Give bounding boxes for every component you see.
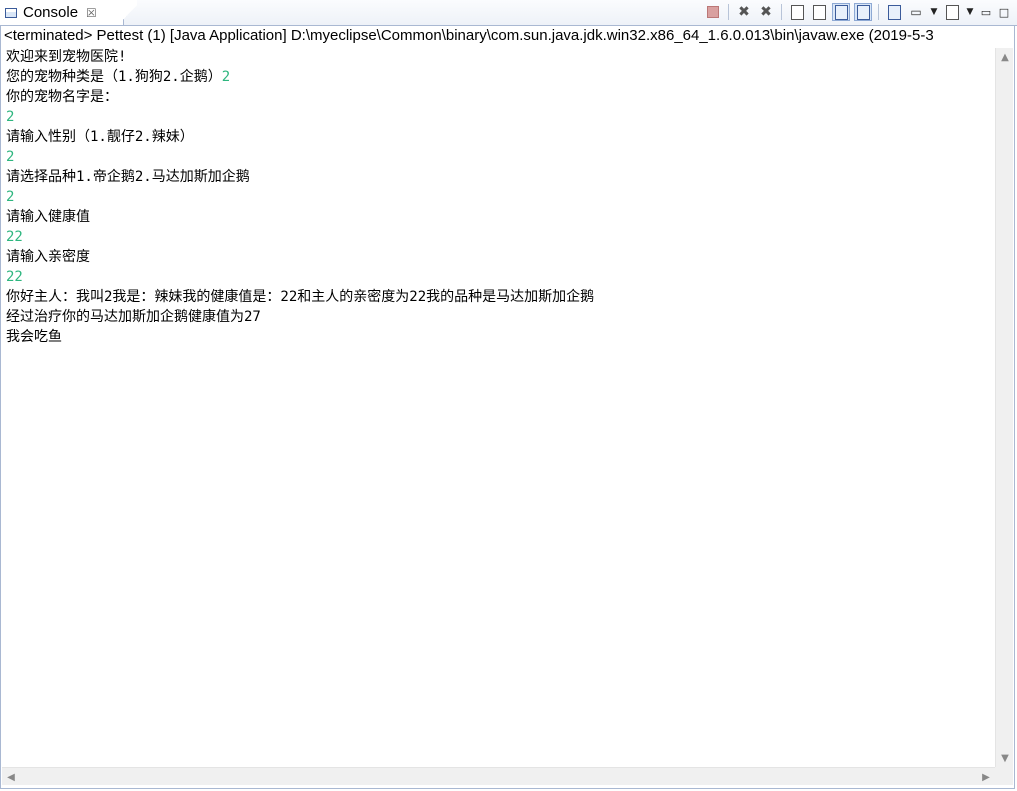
console-output[interactable]: 欢迎来到宠物医院! 您的宠物种类是（1.狗狗2.企鹅）2 你的宠物名字是： 2 请输入性… (6, 47, 991, 767)
show-on-stdout-icon[interactable] (854, 3, 872, 21)
console-input-text: 22 (6, 269, 23, 285)
console-line: 请输入性别（1.靓仔2.辣妹） (6, 127, 991, 147)
open-console-dropdown-icon[interactable]: ▼ (965, 3, 975, 21)
console-line: 你好主人：我叫2我是：辣妹我的健康值是：22和主人的亲密度为22我的品种是马达加… (6, 287, 991, 307)
tab-console[interactable]: Console ☒ (0, 0, 137, 25)
console-input-text: 2 (6, 109, 15, 125)
console-input-text: 2 (6, 189, 15, 205)
toolbar-separator (728, 4, 729, 20)
remove-launch-icon[interactable]: ✖ (735, 3, 753, 21)
remove-all-icon[interactable]: ✖ (757, 3, 775, 21)
console-line: 欢迎来到宠物医院! (6, 47, 991, 67)
console-line: 2 (6, 187, 991, 207)
console-line: 你的宠物名字是： (6, 87, 991, 107)
console-input-text: 22 (6, 229, 23, 245)
console-output-text: 请选择品种1.帝企鹅2.马达加斯加企鹅 (6, 169, 250, 185)
console-output-text: 请输入健康值 (6, 209, 90, 225)
console-output-text: 你的宠物名字是： (6, 89, 118, 105)
scroll-right-icon[interactable]: ▶ (977, 768, 995, 786)
console-line: 22 (6, 267, 991, 287)
scroll-down-icon[interactable]: ▼ (996, 749, 1014, 767)
display-console-icon[interactable]: ▭ (907, 3, 925, 21)
clear-console-icon[interactable] (788, 3, 806, 21)
launch-status-header: <terminated> Pettest (1) [Java Applicati… (4, 27, 934, 44)
console-line: 我会吃鱼 (6, 327, 991, 347)
console-line: 您的宠物种类是（1.狗狗2.企鹅）2 (6, 67, 991, 87)
console-line: 请输入亲密度 (6, 247, 991, 267)
console-line: 请输入健康值 (6, 207, 991, 227)
vertical-scrollbar[interactable]: ▲ ▼ (995, 48, 1013, 767)
console-line: 经过治疗你的马达加斯加企鹅健康值为27 (6, 307, 991, 327)
console-output-text: 请输入亲密度 (6, 249, 90, 265)
console-icon (5, 7, 17, 18)
tab-console-label: Console (23, 4, 79, 21)
display-console-dropdown-icon[interactable]: ▼ (929, 3, 939, 21)
console-toolbar: ✖ ✖ ▭ ▼ ▼ ▭ □ (704, 2, 1011, 22)
console-line: 2 (6, 147, 991, 167)
toolbar-separator (878, 4, 879, 20)
console-input-text: 2 (6, 149, 15, 165)
console-output-text: 您的宠物种类是（1.狗狗2.企鹅） (6, 69, 222, 85)
pin-console-icon[interactable] (885, 3, 903, 21)
console-line: 2 (6, 107, 991, 127)
console-output-text: 我会吃鱼 (6, 329, 62, 345)
horizontal-scrollbar[interactable]: ◀ ▶ (2, 767, 995, 785)
open-console-icon[interactable] (943, 3, 961, 21)
toolbar-separator (781, 4, 782, 20)
console-line: 请选择品种1.帝企鹅2.马达加斯加企鹅 (6, 167, 991, 187)
console-line: 22 (6, 227, 991, 247)
scroll-up-icon[interactable]: ▲ (996, 48, 1014, 66)
maximize-icon[interactable]: □ (997, 3, 1011, 21)
minimize-icon[interactable]: ▭ (979, 3, 993, 21)
close-icon[interactable]: ☒ (86, 7, 97, 19)
console-output-text: 你好主人：我叫2我是：辣妹我的健康值是：22和主人的亲密度为22我的品种是马达加… (6, 289, 595, 305)
scrollbar-corner (995, 767, 1013, 785)
console-output-text: 请输入性别（1.靓仔2.辣妹） (6, 129, 194, 145)
console-output-text: 经过治疗你的马达加斯加企鹅健康值为27 (6, 309, 261, 325)
console-output-text: 欢迎来到宠物医院! (6, 49, 127, 65)
console-input-text: 2 (221, 69, 231, 85)
scroll-lock-icon[interactable] (810, 3, 828, 21)
word-wrap-icon[interactable] (832, 3, 850, 21)
view-titlebar: Console ☒ ✖ ✖ ▭ ▼ ▼ ▭ □ (0, 0, 1017, 26)
scroll-left-icon[interactable]: ◀ (2, 768, 20, 786)
terminate-icon[interactable] (704, 3, 722, 21)
